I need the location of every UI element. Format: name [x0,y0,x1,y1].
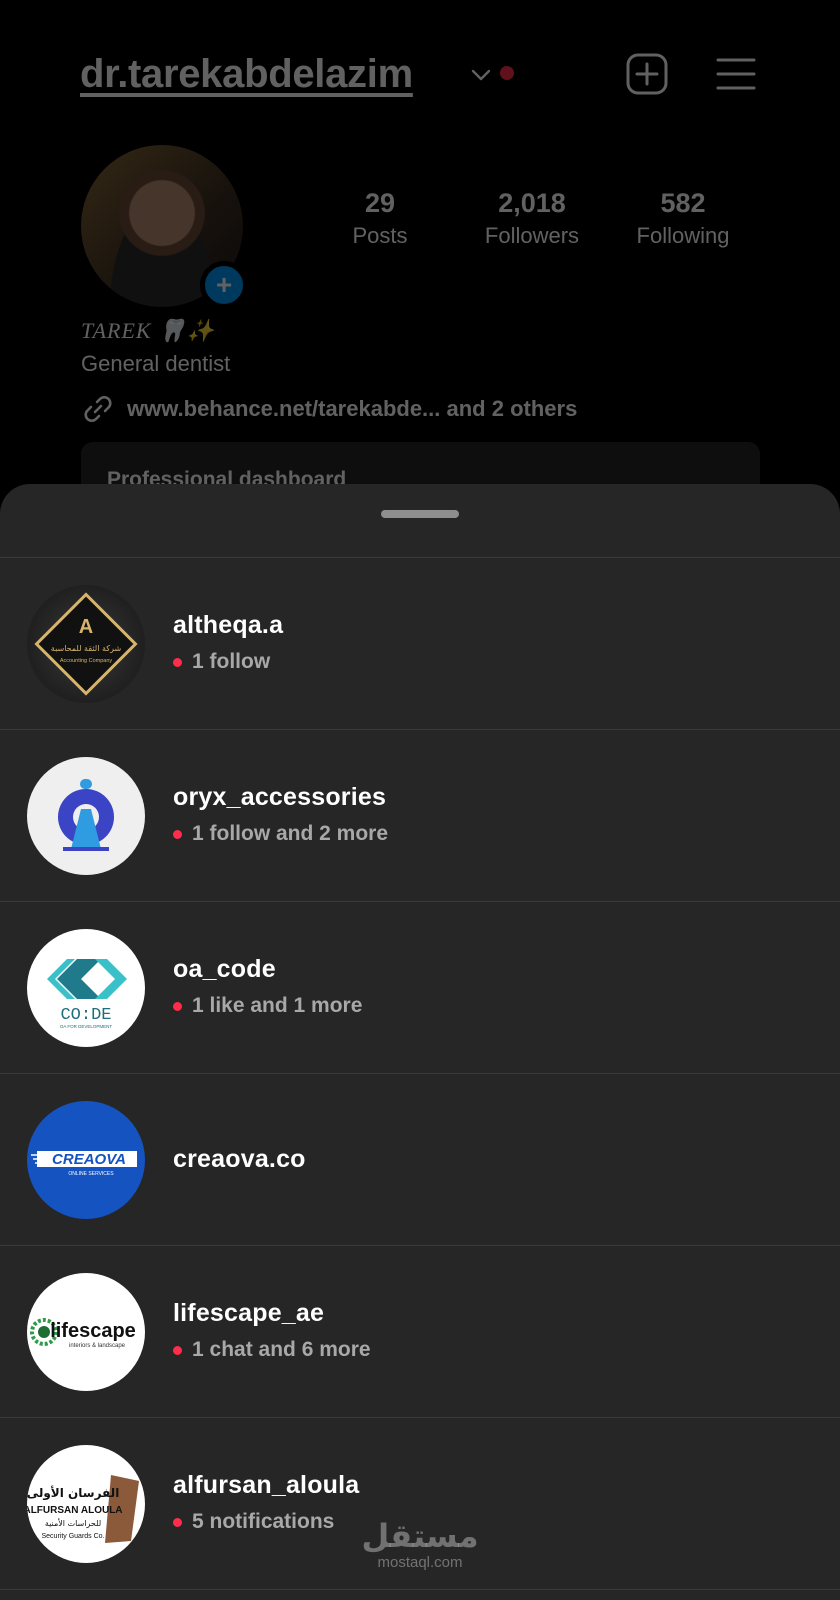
top-bar: dr.tarekabdelazim [80,48,760,104]
alfursan-logo: الفرسان الأولى ALFURSAN ALOULA للحراسات … [27,1475,139,1543]
following-label: Following [636,223,730,248]
account-avatar: CO:DE OA FOR DEVELOPMENT [27,929,145,1047]
profile-header: dr.tarekabdelazim + 29 Posts 2,018 Follo… [0,0,840,522]
notification-dot [173,829,182,839]
link-icon [84,396,112,422]
bio-text: General dentist [81,351,231,376]
notification-dot [173,1345,182,1355]
oryx-logo [58,779,114,851]
svg-text:Security Guards Co.: Security Guards Co. [41,1533,104,1540]
menu-icon[interactable] [716,56,756,92]
stat-following[interactable]: 582 Following [613,188,753,249]
activity-text: 1 follow [192,650,271,673]
activity-text: 1 follow and 2 more [192,822,389,845]
account-row-lifescape[interactable]: lifescape interiors & landscape lifescap… [0,1246,840,1418]
watermark: مستقل mostaql.com [360,1520,480,1571]
add-story-icon[interactable]: + [200,261,248,309]
account-avatar: CREAOVA ONLINE SERVICES [27,1101,145,1219]
svg-text:A: A [79,616,93,638]
svg-text:CO:DE: CO:DE [60,1006,111,1025]
new-post-icon[interactable] [625,52,669,96]
notification-dot [173,657,182,667]
display-name: TAREK 🦷✨ [81,318,215,343]
following-count: 582 [660,188,706,218]
oacode-logo: CO:DE OA FOR DEVELOPMENT [47,959,127,1029]
account-username: oryx_accessories [173,783,387,811]
account-switcher-username[interactable]: dr.tarekabdelazim [80,52,413,97]
account-avatar: A شركة الثقة للمحاسبة Accounting Company [27,585,145,703]
svg-text:Accounting Company: Accounting Company [60,658,113,664]
posts-label: Posts [352,223,408,248]
account-row-creaova[interactable]: CREAOVA ONLINE SERVICES creaova.co [0,1074,840,1246]
followers-label: Followers [484,223,580,248]
account-activity: 1 like and 1 more [173,994,362,1018]
account-row-altheqa[interactable]: A شركة الثقة للمحاسبة Accounting Company… [0,558,840,730]
altheqa-logo: A شركة الثقة للمحاسبة Accounting Company [34,592,138,696]
svg-text:lifescape: lifescape [50,1320,136,1342]
account-username: lifescape_ae [173,1299,325,1327]
svg-text:شركة الثقة للمحاسبة: شركة الثقة للمحاسبة [51,644,122,653]
watermark-arabic: مستقل [361,1517,479,1555]
svg-text:ALFURSAN ALOULA: ALFURSAN ALOULA [27,1505,123,1516]
link-text[interactable]: www.behance.net/tarekabde... and 2 other… [127,396,577,422]
activity-text: 1 like and 1 more [192,994,363,1017]
account-username: altheqa.a [173,611,284,639]
account-row-oryx[interactable]: oryx_accessories 1 follow and 2 more [0,730,840,902]
stat-posts[interactable]: 29 Posts [310,188,450,249]
notification-dot [173,1001,182,1011]
activity-text: 5 notifications [192,1510,335,1533]
account-activity: 5 notifications [173,1510,334,1534]
stat-followers[interactable]: 2,018 Followers [462,188,602,249]
profile-links[interactable]: www.behance.net/tarekabde... and 2 other… [81,392,577,426]
followers-count: 2,018 [498,188,566,218]
watermark-latin: mostaql.com [377,1554,463,1571]
creaova-logo: CREAOVA ONLINE SERVICES [31,1151,137,1177]
account-avatar: الفرسان الأولى ALFURSAN ALOULA للحراسات … [27,1445,145,1563]
notification-dot [500,66,514,80]
activity-text: 1 chat and 6 more [192,1338,371,1361]
account-activity: 1 chat and 6 more [173,1338,371,1362]
account-row-oacode[interactable]: CO:DE OA FOR DEVELOPMENT oa_code 1 like … [0,902,840,1074]
svg-text:الفرسان الأولى: الفرسان الأولى [27,1485,119,1501]
svg-text:CREAOVA: CREAOVA [52,1151,126,1168]
account-username: creaova.co [173,1145,306,1173]
account-switcher-sheet: A شركة الثقة للمحاسبة Accounting Company… [0,484,840,1600]
posts-count: 29 [364,188,396,218]
svg-text:OA FOR DEVELOPMENT: OA FOR DEVELOPMENT [60,1024,113,1029]
svg-text:ONLINE SERVICES: ONLINE SERVICES [68,1171,114,1177]
chevron-down-icon[interactable] [468,62,494,88]
account-username: oa_code [173,955,276,983]
svg-text:للحراسات الأمنية: للحراسات الأمنية [45,1518,101,1528]
svg-text:interiors & landscape: interiors & landscape [69,1343,126,1349]
lifescape-logo: lifescape interiors & landscape [30,1318,136,1349]
account-avatar [27,757,145,875]
account-activity: 1 follow and 2 more [173,822,388,846]
account-username: alfursan_aloula [173,1471,360,1499]
account-activity: 1 follow [173,650,270,674]
account-avatar: lifescape interiors & landscape [27,1273,145,1391]
sheet-drag-handle[interactable] [381,510,459,518]
notification-dot [173,1517,182,1527]
